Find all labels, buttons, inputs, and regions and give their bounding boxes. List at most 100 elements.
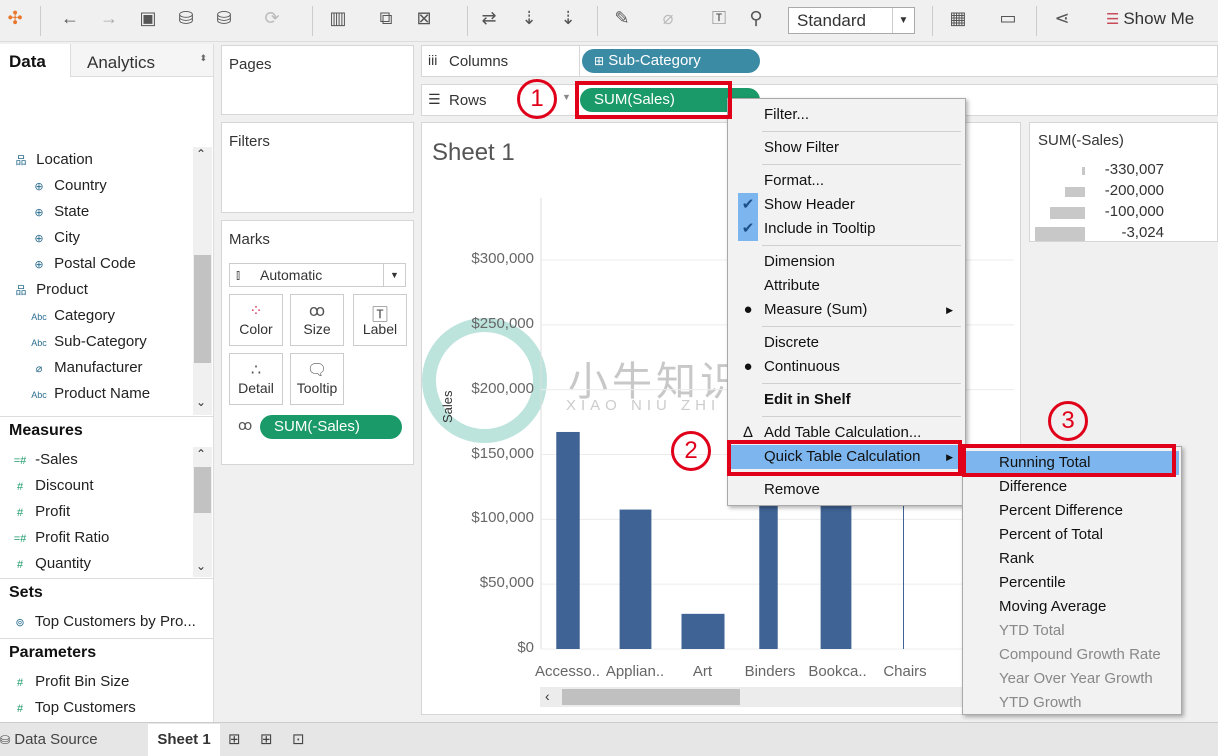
- horizontal-scrollbar[interactable]: ‹: [540, 687, 1020, 707]
- measure-field[interactable]: # Profit: [9, 499, 70, 525]
- measure-field[interactable]: # Discount: [9, 473, 94, 499]
- set-icon: ⊚: [15, 617, 25, 629]
- menu-item-include-in-tooltip[interactable]: ✔ Include in Tooltip: [730, 217, 963, 241]
- highlight-icon[interactable]: ✎: [610, 8, 634, 29]
- x-tick-label: Binders: [744, 663, 796, 680]
- presentation-icon[interactable]: ▭: [996, 8, 1020, 29]
- menu-item-year-over-year-growth[interactable]: Year Over Year Growth: [965, 667, 1179, 691]
- save-icon[interactable]: ▣: [136, 8, 160, 29]
- legend-label: -100,000: [1104, 203, 1164, 220]
- menu-item-rank[interactable]: Rank: [965, 547, 1179, 571]
- label-button[interactable]: 🅃 Label: [353, 294, 407, 346]
- pages-card[interactable]: Pages: [221, 45, 414, 115]
- tooltip-button[interactable]: 🗨 Tooltip: [290, 353, 344, 405]
- field-city[interactable]: ⊕ City: [28, 225, 80, 251]
- dimensions-list: 品 Location ⊕ Country ⊕ State ⊕ City ⊕ Postal…: [0, 147, 193, 415]
- share-icon[interactable]: ⋖: [1050, 8, 1074, 29]
- new-worksheet-icon[interactable]: ▥: [326, 8, 350, 29]
- menu-item-dimension[interactable]: Dimension: [730, 250, 963, 274]
- measure-field[interactable]: # Quantity: [9, 551, 91, 577]
- menu-item-attribute[interactable]: Attribute: [730, 274, 963, 298]
- menu-item-measure-sum[interactable]: ● Measure (Sum) ▶: [730, 298, 963, 322]
- menu-item-percent-of-total[interactable]: Percent of Total: [965, 523, 1179, 547]
- parameter-item[interactable]: # Profit Bin Size: [9, 669, 129, 695]
- menu-item-compound-growth-rate[interactable]: Compound Growth Rate: [965, 643, 1179, 667]
- field-category[interactable]: Abc Category: [28, 303, 115, 329]
- menu-separator: [762, 383, 961, 384]
- quick-table-calc-submenu: Running Total Difference Percent Differenc…: [962, 446, 1182, 715]
- new-data-source-icon[interactable]: ⛁: [174, 8, 198, 29]
- menu-item-remove[interactable]: Remove: [730, 478, 963, 502]
- measures-scrollbar[interactable]: ⌃ ⌄: [193, 447, 212, 577]
- undo-icon[interactable]: ←: [58, 8, 82, 29]
- field-product[interactable]: 品 Product: [10, 277, 88, 303]
- rows-icon: ☰: [428, 91, 441, 107]
- new-dashboard-icon[interactable]: ⊞: [260, 724, 273, 756]
- field-state[interactable]: ⊕ State: [28, 199, 89, 225]
- tab-data[interactable]: Data: [9, 52, 46, 72]
- menu-item-percent-difference[interactable]: Percent Difference: [965, 499, 1179, 523]
- menu-item-difference[interactable]: Difference: [965, 475, 1179, 499]
- menu-separator: [762, 245, 961, 246]
- group-icon[interactable]: ⌀: [656, 8, 680, 29]
- refresh-icon[interactable]: ⟳: [260, 8, 284, 29]
- field-location[interactable]: 品 Location: [10, 147, 93, 173]
- menu-item-show-filter[interactable]: Show Filter: [730, 136, 963, 160]
- menu-item-ytd-growth[interactable]: YTD Growth: [965, 691, 1179, 715]
- annotation-box: [962, 444, 1176, 477]
- mark-type-dropdown[interactable]: ⫾ Automatic ▼: [229, 263, 406, 287]
- field-country[interactable]: ⊕ Country: [28, 173, 106, 199]
- menu-item-discrete[interactable]: Discrete: [730, 331, 963, 355]
- menu-item-show-header[interactable]: ✔ Show Header: [730, 193, 963, 217]
- sub-category-pill[interactable]: ⊞ Sub-Category: [582, 49, 760, 73]
- size-pill[interactable]: SUM(-Sales): [260, 415, 402, 439]
- measure-field[interactable]: =# -Sales: [9, 447, 78, 473]
- detail-button[interactable]: ∴ Detail: [229, 353, 283, 405]
- field-postal-code[interactable]: ⊕ Postal Code: [28, 251, 136, 277]
- menu-item-ytd-total[interactable]: YTD Total: [965, 619, 1179, 643]
- measure-field[interactable]: =# Profit Ratio: [9, 525, 110, 551]
- tab-analytics[interactable]: Analytics ⬍: [70, 44, 214, 77]
- new-story-icon[interactable]: ⊡: [292, 724, 305, 756]
- sort-ascending-icon[interactable]: ⇣: [517, 8, 541, 29]
- sheet-1-tab[interactable]: Sheet 1: [148, 724, 220, 756]
- size-button[interactable]: ꝏ Size: [290, 294, 344, 346]
- menu-item-continuous[interactable]: ● Continuous: [730, 355, 963, 379]
- Abc-icon: Abc: [31, 390, 47, 400]
- sort-descending-icon[interactable]: ⇣: [556, 8, 580, 29]
- menu-item-format[interactable]: Format...: [730, 169, 963, 193]
- scroll-left-icon[interactable]: ‹: [545, 688, 550, 704]
- x-tick-label: Art: [692, 663, 713, 680]
- field-product-name[interactable]: Abc Product Name: [28, 381, 150, 407]
- new-worksheet-icon[interactable]: ⊞: [228, 724, 241, 756]
- label-icon: 🅃: [371, 307, 388, 324]
- pause-updates-icon[interactable]: ⛁: [212, 8, 236, 29]
- clear-sheet-icon[interactable]: ⊠: [412, 8, 436, 29]
- globe-icon: ⊕: [34, 233, 44, 245]
- show-me-button[interactable]: ☰ Show Me: [1106, 9, 1194, 29]
- data-source-tab[interactable]: ⛁ Data Source: [0, 724, 98, 756]
- menu-item-percentile[interactable]: Percentile: [965, 571, 1179, 595]
- fit-dropdown[interactable]: Standard ▼: [788, 7, 915, 34]
- duplicate-sheet-icon[interactable]: ⧉: [374, 8, 398, 29]
- field-sub-category[interactable]: Abc Sub-Category: [28, 329, 147, 355]
- legend-label: -200,000: [1104, 182, 1164, 199]
- swap-icon[interactable]: ⇄: [477, 8, 501, 29]
- globe-icon: ⊕: [34, 207, 44, 219]
- label-text-icon[interactable]: 🅃: [707, 8, 731, 28]
- parameter-item[interactable]: # Top Customers: [9, 695, 136, 721]
- Abc-icon: Abc: [31, 312, 47, 322]
- redo-icon[interactable]: →: [97, 8, 121, 29]
- scroll-thumb[interactable]: [562, 689, 740, 705]
- menu-item-edit-in-shelf[interactable]: Edit in Shelf: [730, 388, 963, 412]
- dimensions-scrollbar[interactable]: ⌃ ⌄: [193, 147, 212, 415]
- field-manufacturer[interactable]: ⌀ Manufacturer: [28, 355, 143, 381]
- set-item[interactable]: ⊚ Top Customers by Pro...: [9, 609, 195, 635]
- menu-item-filter[interactable]: Filter...: [730, 103, 963, 127]
- menu-item-moving-average[interactable]: Moving Average: [965, 595, 1179, 619]
- color-button[interactable]: ⁘ Color: [229, 294, 283, 346]
- filters-card[interactable]: Filters: [221, 122, 414, 213]
- pin-icon[interactable]: ⚲: [744, 8, 768, 29]
- data-pane: Data Analytics ⬍ 品 Location ⊕ Country ⊕ St…: [0, 44, 214, 722]
- bar-chart-icon[interactable]: ▦: [946, 8, 970, 29]
